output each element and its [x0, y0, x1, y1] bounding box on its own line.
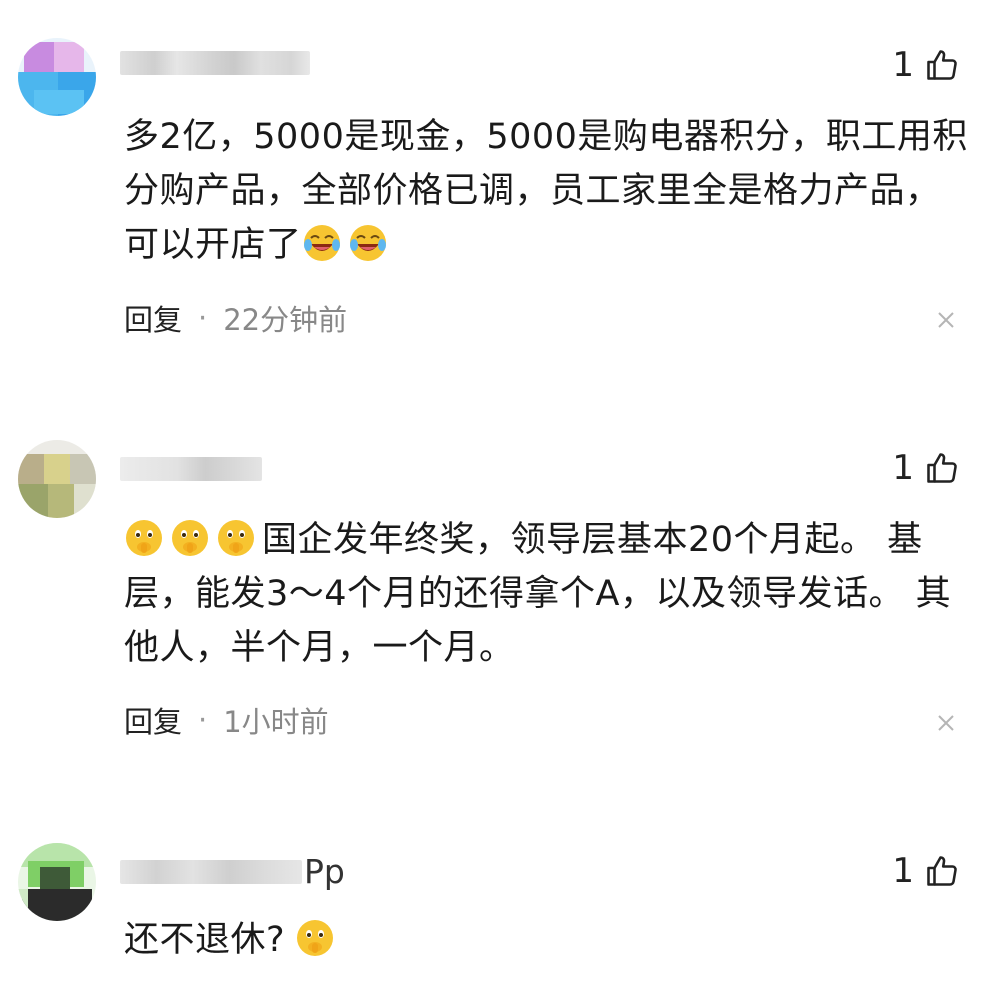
laugh-cry-emoji	[348, 223, 388, 263]
close-icon[interactable]	[936, 713, 956, 733]
thumbs-up-icon	[924, 47, 960, 83]
like-button[interactable]: 1	[892, 849, 960, 893]
username-suffix: Pp	[304, 852, 345, 891]
laugh-cry-emoji	[302, 223, 342, 263]
shush-emoji	[170, 518, 210, 558]
shush-emoji	[124, 518, 164, 558]
username[interactable]: Pp	[120, 855, 345, 889]
username[interactable]	[120, 452, 264, 486]
comment-meta: 回复 · 1小时前	[124, 700, 329, 740]
like-count: 1	[892, 448, 914, 488]
shush-emoji	[295, 918, 335, 958]
username-blurred	[120, 457, 262, 481]
reply-button[interactable]: 回复	[124, 297, 182, 339]
comment-meta: 回复 · 22分钟前	[124, 298, 347, 338]
username-blurred	[120, 51, 310, 75]
like-button[interactable]: 1	[892, 446, 960, 490]
timestamp: 1小时前	[223, 705, 329, 739]
avatar[interactable]	[18, 440, 96, 518]
username-blurred	[120, 860, 302, 884]
username[interactable]	[120, 46, 312, 80]
close-icon[interactable]	[936, 310, 956, 330]
avatar[interactable]	[18, 38, 96, 116]
comment-text: 还不退休?	[124, 913, 969, 967]
comment-text: 多2亿，5000是现金，5000是购电器积分，职工用积分购产品，全部价格已调，员…	[124, 110, 969, 272]
thumbs-up-icon	[924, 450, 960, 486]
reply-button[interactable]: 回复	[124, 699, 182, 741]
like-count: 1	[892, 45, 914, 85]
like-button[interactable]: 1	[892, 43, 960, 87]
comment-text: 国企发年终奖，领导层基本20个月起。 基层，能发3～4个月的还得拿个A，以及领导…	[124, 513, 969, 675]
avatar[interactable]	[18, 843, 96, 921]
thumbs-up-icon	[924, 853, 960, 889]
timestamp: 22分钟前	[223, 303, 348, 337]
like-count: 1	[892, 851, 914, 891]
meta-separator: ·	[198, 301, 208, 335]
meta-separator: ·	[198, 703, 208, 737]
shush-emoji	[216, 518, 256, 558]
comment-text-body: 多2亿，5000是现金，5000是购电器积分，职工用积分购产品，全部价格已调，员…	[124, 117, 968, 265]
comment-text-body: 还不退休?	[124, 920, 286, 960]
